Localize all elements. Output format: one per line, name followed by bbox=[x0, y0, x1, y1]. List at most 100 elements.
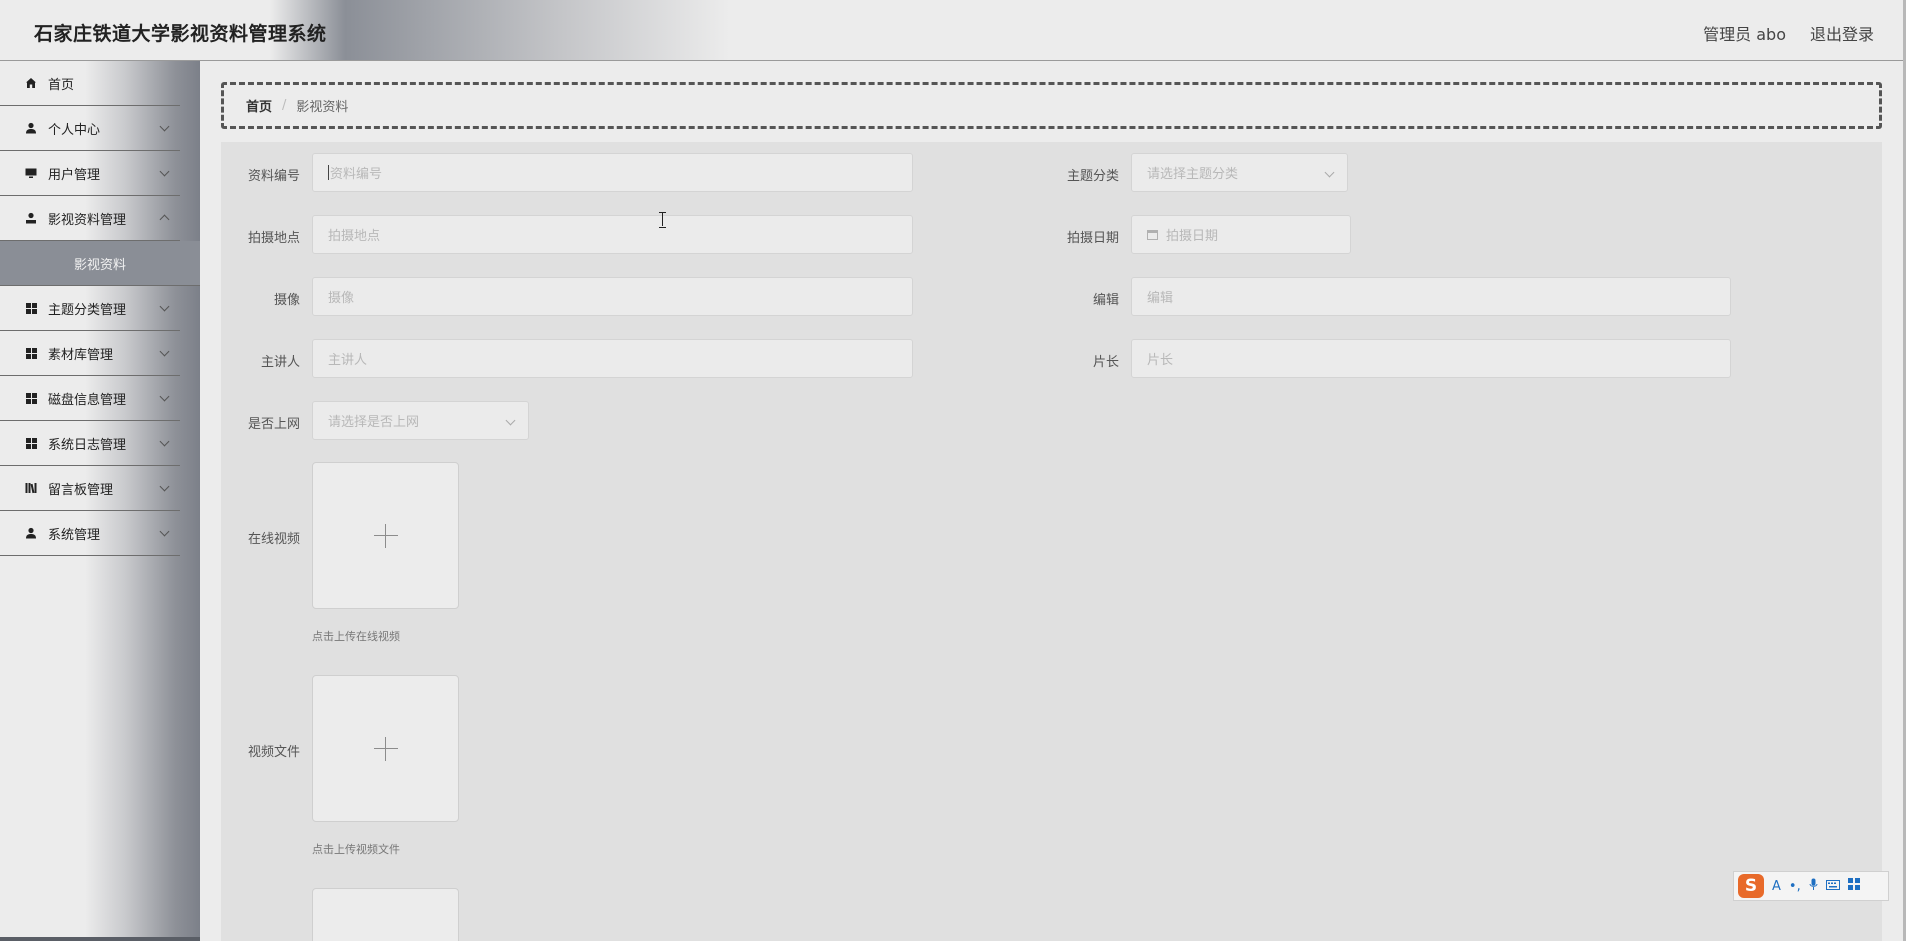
field-label-zhujiangren: 主讲人 bbox=[260, 355, 300, 370]
chevron-down-icon bbox=[159, 301, 170, 312]
sidebar-item-label: 系统管理 bbox=[48, 527, 101, 543]
field-label-paishe-riqi: 拍摄日期 bbox=[1066, 231, 1119, 246]
zhuti-fenlei-select[interactable]: 请选择主题分类 bbox=[1131, 153, 1348, 192]
chevron-up-icon bbox=[159, 214, 170, 225]
chevron-down-icon bbox=[159, 121, 170, 132]
plus-icon bbox=[373, 523, 398, 548]
shifou-shangwang-select[interactable]: 请选择是否上网 bbox=[312, 401, 529, 440]
field-label-shipin-wenjian: 视频文件 bbox=[247, 745, 300, 760]
grid-icon bbox=[24, 391, 38, 405]
input-placeholder: 拍摄地点 bbox=[328, 229, 381, 244]
breadcrumb: 首页 / 影视资料 bbox=[221, 82, 1882, 129]
chevron-down-icon bbox=[1324, 167, 1335, 178]
field-label-pianchang: 片长 bbox=[1092, 355, 1119, 370]
paishe-didian-input[interactable]: 拍摄地点 bbox=[312, 215, 913, 254]
chevron-down-icon bbox=[159, 436, 170, 447]
grid-icon bbox=[24, 346, 38, 360]
text-cursor-icon bbox=[659, 212, 666, 228]
breadcrumb-separator: / bbox=[282, 98, 287, 113]
sidebar-item-system[interactable]: 系统管理 bbox=[0, 511, 180, 556]
select-placeholder: 请选择主题分类 bbox=[1147, 167, 1239, 182]
header-actions: 管理员 abo 退出登录 bbox=[1703, 21, 1874, 45]
sidebar-item-disk-info[interactable]: 磁盘信息管理 bbox=[0, 376, 180, 421]
sidebar-bottom-bar bbox=[0, 937, 200, 941]
user-icon bbox=[24, 121, 38, 135]
chevron-down-icon bbox=[159, 166, 170, 177]
input-placeholder: 摄像 bbox=[328, 291, 355, 306]
video-file-upload-hint: 点击上传视频文件 bbox=[312, 843, 400, 856]
sidebar: 首页 个人中心 用户管理 影视资料管理 影视资料 主题分类管理 素材库管理 磁盘… bbox=[0, 61, 200, 941]
field-label-bianji: 编辑 bbox=[1092, 293, 1119, 308]
sidebar-item-label: 主题分类管理 bbox=[48, 302, 127, 318]
sogou-logo-icon[interactable]: S bbox=[1738, 874, 1764, 898]
online-video-upload[interactable] bbox=[312, 462, 459, 609]
sidebar-item-media-management[interactable]: 影视资料管理 bbox=[0, 196, 180, 241]
punctuation-toggle[interactable]: •, bbox=[1789, 879, 1801, 894]
library-icon bbox=[24, 481, 38, 495]
calendar-icon bbox=[1147, 229, 1158, 240]
sidebar-item-label: 留言板管理 bbox=[48, 482, 114, 498]
breadcrumb-home[interactable]: 首页 bbox=[246, 96, 272, 115]
language-toggle[interactable]: A bbox=[1772, 879, 1781, 894]
chevron-down-icon bbox=[159, 391, 170, 402]
field-label-zaixian-shipin: 在线视频 bbox=[247, 532, 300, 547]
sidebar-item-label: 影视资料管理 bbox=[48, 212, 127, 228]
paishe-riqi-datepicker[interactable]: 拍摄日期 bbox=[1131, 215, 1351, 254]
online-video-upload-hint: 点击上传在线视频 bbox=[312, 630, 400, 643]
breadcrumb-current: 影视资料 bbox=[296, 100, 349, 115]
ime-toolbar: S A •, bbox=[1733, 871, 1889, 901]
sidebar-item-label: 系统日志管理 bbox=[48, 437, 127, 453]
chevron-down-icon bbox=[505, 415, 516, 426]
field-label-paishe-didian: 拍摄地点 bbox=[247, 231, 300, 246]
user-icon bbox=[24, 211, 38, 225]
sidebar-item-label: 个人中心 bbox=[48, 122, 101, 138]
current-user-label: 管理员 abo bbox=[1703, 25, 1786, 44]
sidebar-item-label: 磁盘信息管理 bbox=[48, 392, 127, 408]
field-label-zhuti-fenlei: 主题分类 bbox=[1066, 169, 1119, 184]
app-title: 石家庄铁道大学影视资料管理系统 bbox=[34, 23, 327, 45]
user-icon bbox=[24, 526, 38, 540]
logout-link[interactable]: 退出登录 bbox=[1810, 21, 1874, 45]
bianji-input[interactable]: 编辑 bbox=[1131, 277, 1731, 316]
input-placeholder: 拍摄日期 bbox=[1166, 229, 1219, 244]
grid-icon bbox=[24, 436, 38, 450]
monitor-icon bbox=[24, 166, 38, 180]
plus-icon bbox=[373, 736, 398, 761]
chevron-down-icon bbox=[159, 526, 170, 537]
select-placeholder: 请选择是否上网 bbox=[328, 415, 420, 430]
chevron-down-icon bbox=[159, 481, 170, 492]
sidebar-item-topic-category[interactable]: 主题分类管理 bbox=[0, 286, 180, 331]
top-header: 石家庄铁道大学影视资料管理系统 管理员 abo 退出登录 bbox=[0, 0, 1906, 61]
apps-grid-icon[interactable] bbox=[1847, 878, 1860, 894]
input-placeholder: 资料编号 bbox=[330, 167, 383, 182]
sidebar-item-label: 素材库管理 bbox=[48, 347, 114, 363]
keyboard-icon[interactable] bbox=[1825, 879, 1840, 894]
sidebar-item-users[interactable]: 用户管理 bbox=[0, 151, 180, 196]
chevron-down-icon bbox=[159, 346, 170, 357]
input-placeholder: 编辑 bbox=[1147, 291, 1174, 306]
grid-icon bbox=[24, 301, 38, 315]
microphone-icon[interactable] bbox=[1809, 878, 1818, 895]
sidebar-subitem-media[interactable]: 影视资料 bbox=[0, 241, 200, 286]
video-file-upload[interactable] bbox=[312, 675, 459, 822]
zhujiangren-input[interactable]: 主讲人 bbox=[312, 339, 913, 378]
field-label-shexiang: 摄像 bbox=[273, 293, 300, 308]
home-icon bbox=[24, 76, 38, 90]
file-upload-partial[interactable] bbox=[312, 888, 459, 941]
field-label-ziliao-bianhao: 资料编号 bbox=[247, 169, 300, 184]
sidebar-item-material-library[interactable]: 素材库管理 bbox=[0, 331, 180, 376]
field-label-shifou-shangwang: 是否上网 bbox=[247, 417, 300, 432]
input-placeholder: 主讲人 bbox=[328, 353, 368, 368]
sidebar-item-label: 用户管理 bbox=[48, 167, 101, 183]
input-placeholder: 片长 bbox=[1147, 353, 1174, 368]
sidebar-item-system-log[interactable]: 系统日志管理 bbox=[0, 421, 180, 466]
sidebar-item-home[interactable]: 首页 bbox=[0, 61, 180, 106]
shexiang-input[interactable]: 摄像 bbox=[312, 277, 913, 316]
pianchang-input[interactable]: 片长 bbox=[1131, 339, 1731, 378]
text-caret bbox=[328, 165, 329, 180]
sidebar-item-message-board[interactable]: 留言板管理 bbox=[0, 466, 180, 511]
sidebar-item-label: 首页 bbox=[48, 77, 75, 93]
media-form: 资料编号 资料编号 主题分类 请选择主题分类 拍摄地点 拍摄地点 拍摄日期 拍摄… bbox=[221, 142, 1882, 941]
ziliao-bianhao-input[interactable]: 资料编号 bbox=[312, 153, 913, 192]
sidebar-item-profile[interactable]: 个人中心 bbox=[0, 106, 180, 151]
